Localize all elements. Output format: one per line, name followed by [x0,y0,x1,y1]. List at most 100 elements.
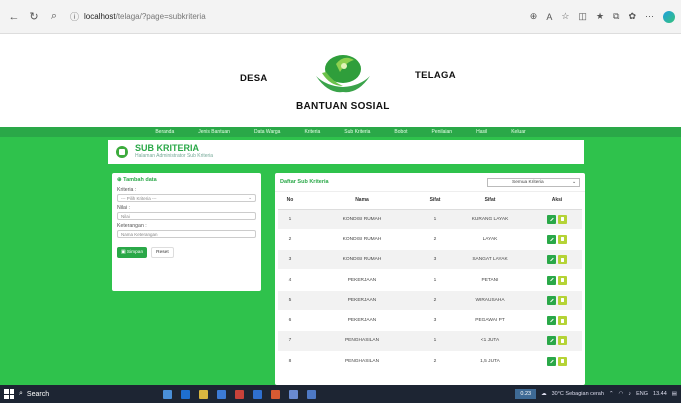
windows-start-icon[interactable] [4,389,14,399]
page-subtitle: Halaman Administrator Sub Kriteria [135,153,214,159]
back-icon[interactable]: ← [6,9,22,25]
delete-icon[interactable] [558,234,567,244]
store-app-icon[interactable] [217,389,226,399]
file-explorer-icon[interactable] [199,389,208,399]
nav-data-warga[interactable]: Data Warga [242,127,293,137]
extension-icon[interactable]: ✿ [628,11,636,22]
filter-value: Semua Kriteria [512,179,544,185]
edit-icon[interactable] [547,275,556,285]
nav-keluar[interactable]: Keluar [499,127,537,137]
cell-sifat: 1,5 JUTA [448,351,532,372]
delete-icon[interactable] [558,356,567,366]
edit-icon[interactable] [547,336,556,346]
volume-icon[interactable]: ♪ [628,391,631,397]
cell-nama: PEKERJAAN [302,269,422,291]
taskbar-pill[interactable]: 0.23 [515,389,537,399]
nav-kriteria[interactable]: Kriteria [292,127,332,137]
app-icon[interactable] [307,389,316,399]
nav-jenis-bantuan[interactable]: Jenis Bantuan [186,127,242,137]
zoom-icon[interactable]: ⊕ [530,11,538,22]
edit-icon[interactable] [547,255,556,265]
main-nav: Beranda Jenis Bantuan Data Warga Kriteri… [0,127,681,137]
add-subkriteria-form: ⊕ Tambah data Kriteria : --- Pilih Krite… [112,173,261,291]
weather-label[interactable]: 30°C Sebagian cerah [552,391,604,397]
cell-nama: PEKERJAAN [302,290,422,311]
nav-hasil[interactable]: Hasil [464,127,499,137]
tray-chevron-icon[interactable]: ⌃ [609,391,614,397]
search-icon: ⌕ [19,390,23,397]
content-area: Beranda Jenis Bantuan Data Warga Kriteri… [0,127,681,385]
table-row: 4 PEKERJAAN 1 PETANI [278,269,582,291]
favorite-star-icon[interactable]: ☆ [561,11,569,22]
powerpoint-app-icon[interactable] [235,389,244,399]
delete-icon[interactable] [558,214,567,224]
chevron-down-icon: ⌄ [571,179,576,185]
cell-sifat: LAYAK [448,229,532,251]
favorites-icon[interactable]: ★ [596,11,604,22]
col-nama: Nama [302,192,422,210]
notification-icon[interactable]: ▤ [672,391,677,397]
logo-word-bottom: BANTUAN SOSIAL [296,101,390,112]
word-app-icon[interactable] [253,389,262,399]
table-row: 3 KONDISI RUMAH 3 SANGAT LAYAK [278,249,582,271]
cell-no: 5 [278,290,302,311]
language-indicator[interactable]: ENG [636,391,648,397]
read-aloud-icon[interactable]: A [546,12,552,22]
page-title-icon [116,146,128,158]
nav-beranda[interactable]: Beranda [143,127,186,137]
xampp-app-icon[interactable] [271,389,280,399]
cell-aksi [532,209,582,230]
delete-icon[interactable] [558,336,567,346]
save-button[interactable]: ▣ Simpan [117,247,148,258]
nilai-input[interactable]: Nilai [117,212,256,220]
edit-icon[interactable] [547,214,556,224]
edit-icon[interactable] [547,295,556,305]
delete-icon[interactable] [558,255,567,265]
delete-icon[interactable] [558,295,567,305]
kriteria-select[interactable]: --- Pilih Kriteria --- ⌄ [117,194,256,202]
cell-no: 1 [278,209,302,230]
edge-copilot-icon[interactable] [663,10,675,23]
nav-penilaian[interactable]: Penilaian [420,127,465,137]
network-icon[interactable]: ◠ [619,391,624,397]
cell-aksi [532,229,582,251]
address-bar[interactable]: ⓘ localhost /telaga/?page=subkriteria [70,6,260,28]
split-screen-icon[interactable]: ◫ [578,11,587,22]
nav-sub-kriteria[interactable]: Sub Kriteria [332,127,382,137]
table-row: 1 KONDISI RUMAH 1 KURANG LAYAK [278,209,582,230]
edit-icon[interactable] [547,316,556,326]
delete-icon[interactable] [558,275,567,285]
kriteria-select-value: --- Pilih Kriteria --- [121,195,157,201]
kriteria-filter-select[interactable]: Semua Kriteria ⌄ [487,177,580,187]
cell-sifat: <1 JUTA [448,330,532,352]
logo-word-right: TELAGA [415,70,456,81]
cell-no: 2 [278,229,302,251]
reset-button[interactable]: Reset [151,247,174,258]
col-aksi: Aksi [532,192,582,210]
clock[interactable]: 13.44 [653,391,667,397]
task-view-icon[interactable] [163,389,172,399]
cell-nilai: 1 [422,209,448,230]
cell-no: 6 [278,310,302,332]
nilai-label: Nilai : [117,205,130,211]
page-title: SUB KRITERIA [135,143,200,153]
site-header: DESA TELAGA BANTUAN SOSIAL [0,34,681,127]
search-icon[interactable]: ⌕ [46,9,62,25]
taskbar-search[interactable]: ⌕ Search [19,390,149,398]
keterangan-placeholder: Nama Keterangan [121,231,158,237]
url-path: /telaga/?page=subkriteria [115,12,206,21]
cell-nilai: 3 [422,310,448,332]
delete-icon[interactable] [558,316,567,326]
vscode-app-icon[interactable] [289,389,298,399]
cell-nama: KONDISI RUMAH [302,209,422,230]
refresh-icon[interactable]: ↻ [26,9,42,25]
nav-bobot[interactable]: Bobot [382,127,419,137]
edit-icon[interactable] [547,234,556,244]
edit-icon[interactable] [547,356,556,366]
keterangan-input[interactable]: Nama Keterangan [117,230,256,238]
cell-sifat: PEGAWAI PT [448,310,532,332]
collections-icon[interactable]: ⧉ [613,11,619,22]
edge-app-icon[interactable] [181,389,190,399]
more-icon[interactable]: ⋯ [645,11,654,22]
cell-no: 7 [278,330,302,352]
